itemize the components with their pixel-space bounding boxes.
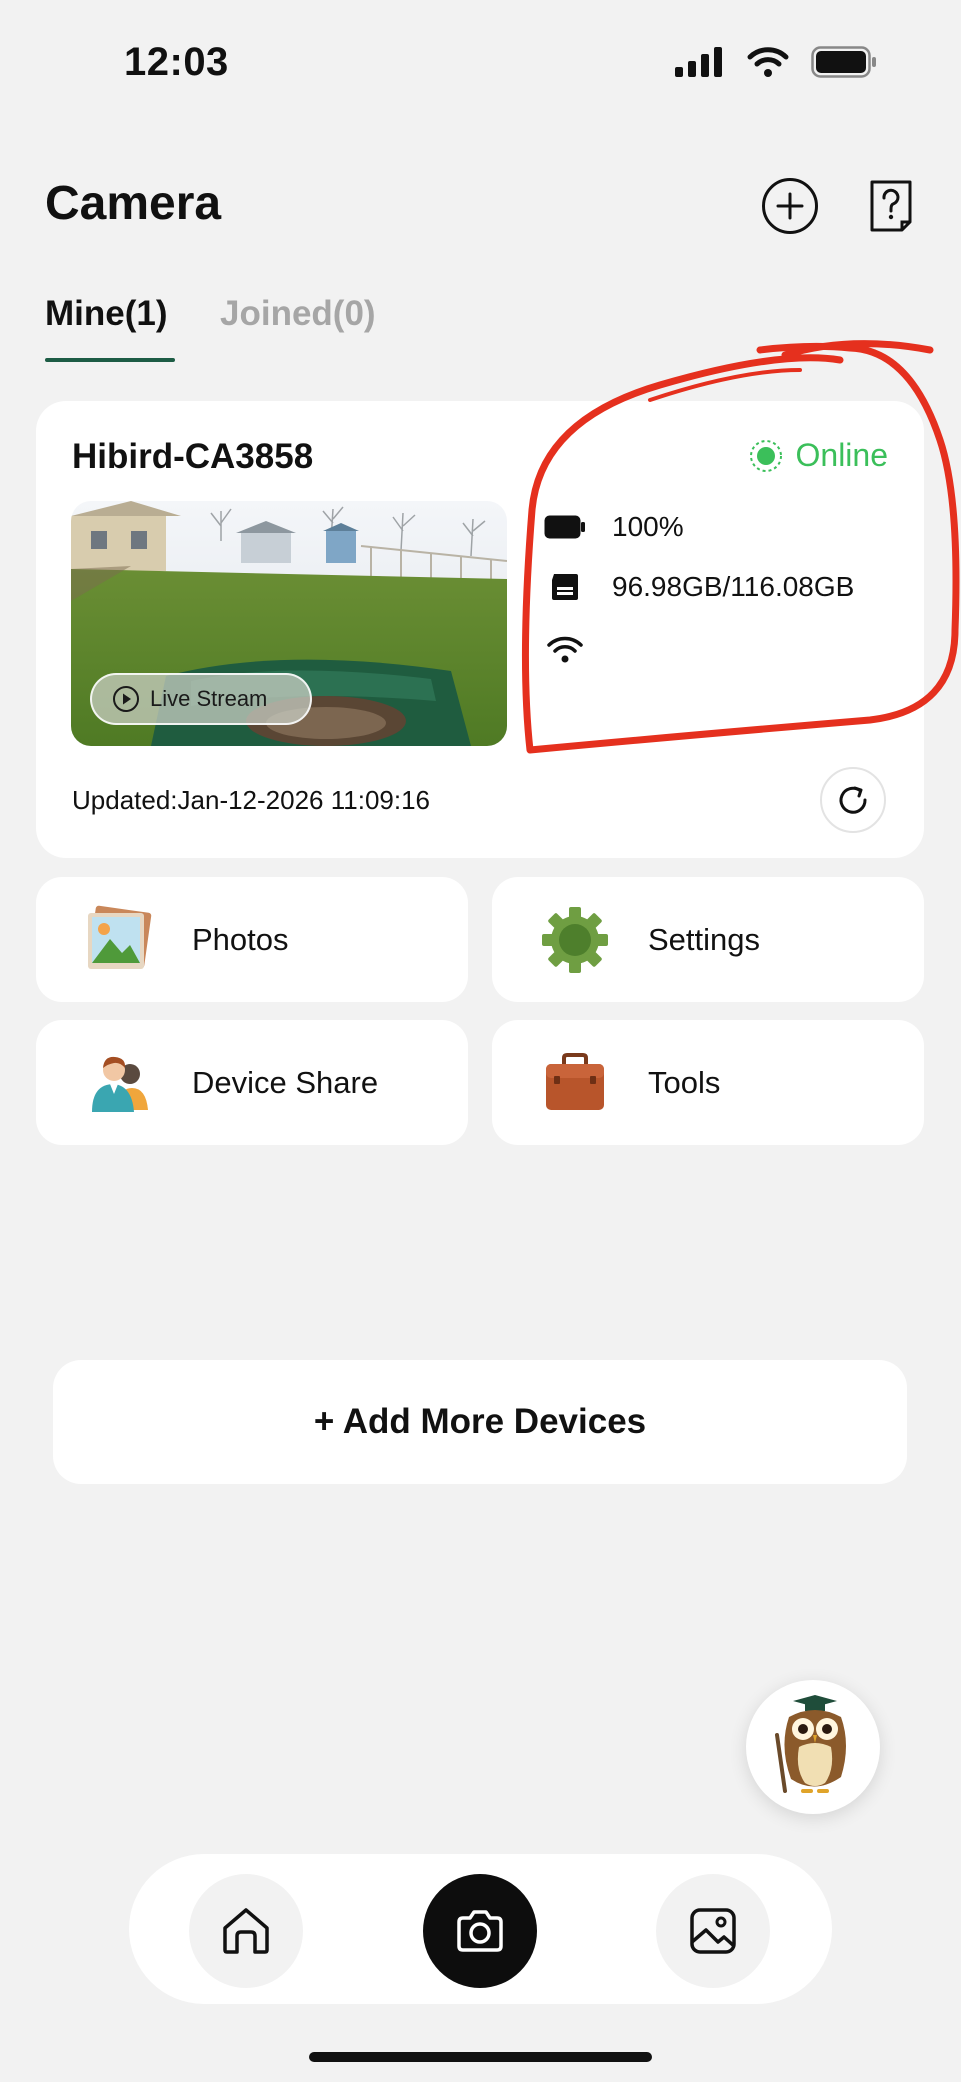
add-device-button[interactable] (762, 178, 818, 234)
owl-mascot-icon (775, 1695, 846, 1793)
device-share-tile[interactable]: Device Share (36, 1020, 468, 1145)
settings-tile[interactable]: Settings (492, 877, 924, 1002)
status-badge: Online (748, 437, 889, 474)
users-icon (92, 1056, 148, 1112)
settings-label: Settings (648, 921, 761, 957)
live-stream-button[interactable]: Live Stream (90, 673, 312, 725)
device-name: Hibird-CA3858 (72, 437, 314, 476)
toolbox-icon (546, 1053, 604, 1110)
gear-icon (542, 907, 608, 973)
page-title: Camera (45, 177, 222, 230)
home-icon (223, 1908, 269, 1954)
online-status-label: Online (795, 437, 889, 473)
tab-mine[interactable]: Mine(1) (45, 294, 168, 334)
bottom-nav (129, 1854, 832, 2004)
nav-gallery-button[interactable] (656, 1874, 770, 1988)
battery-status-icon (811, 46, 876, 78)
help-button[interactable] (868, 178, 924, 234)
live-stream-label: Live Stream (150, 686, 268, 711)
battery-stat: 100% (544, 511, 684, 543)
online-dot-icon (749, 439, 782, 472)
photos-label: Photos (192, 921, 289, 957)
active-tab-indicator (45, 358, 175, 362)
photos-tile[interactable]: Photos (36, 877, 468, 1002)
device-card[interactable]: Hibird-CA3858 Live Stream Online 100% 96… (36, 401, 924, 858)
camera-thumbnail[interactable]: Live Stream (71, 501, 507, 746)
tab-joined[interactable]: Joined(0) (220, 294, 376, 334)
camera-icon (457, 1910, 503, 1952)
battery-level: 100% (612, 511, 684, 542)
status-time: 12:03 (124, 40, 229, 84)
last-updated-text: Updated:Jan-12-2026 11:09:16 (72, 785, 431, 815)
nav-home-button[interactable] (189, 1874, 303, 1988)
status-icons (675, 46, 877, 78)
storage-usage: 96.98GB/116.08GB (612, 571, 855, 602)
wifi-status-icon (747, 47, 789, 77)
device-share-label: Device Share (192, 1064, 379, 1100)
wifi-icon (547, 636, 583, 663)
help-icon (870, 180, 912, 232)
tools-tile[interactable]: Tools (492, 1020, 924, 1145)
gallery-icon (690, 1908, 736, 1954)
sd-card-icon (552, 574, 578, 600)
add-more-devices-button[interactable]: + Add More Devices (53, 1360, 907, 1484)
assistant-owl-button[interactable] (746, 1680, 880, 1814)
play-icon (113, 686, 139, 712)
cellular-signal-icon (675, 47, 722, 77)
refresh-button[interactable] (820, 767, 886, 833)
tools-label: Tools (648, 1064, 721, 1100)
plus-icon (776, 192, 804, 220)
nav-camera-button[interactable] (423, 1874, 537, 1988)
photos-icon (88, 905, 152, 969)
battery-icon (544, 515, 585, 539)
storage-stat: 96.98GB/116.08GB (544, 571, 854, 603)
home-indicator (309, 2052, 652, 2062)
refresh-icon (839, 786, 867, 814)
wifi-stat (544, 633, 586, 665)
